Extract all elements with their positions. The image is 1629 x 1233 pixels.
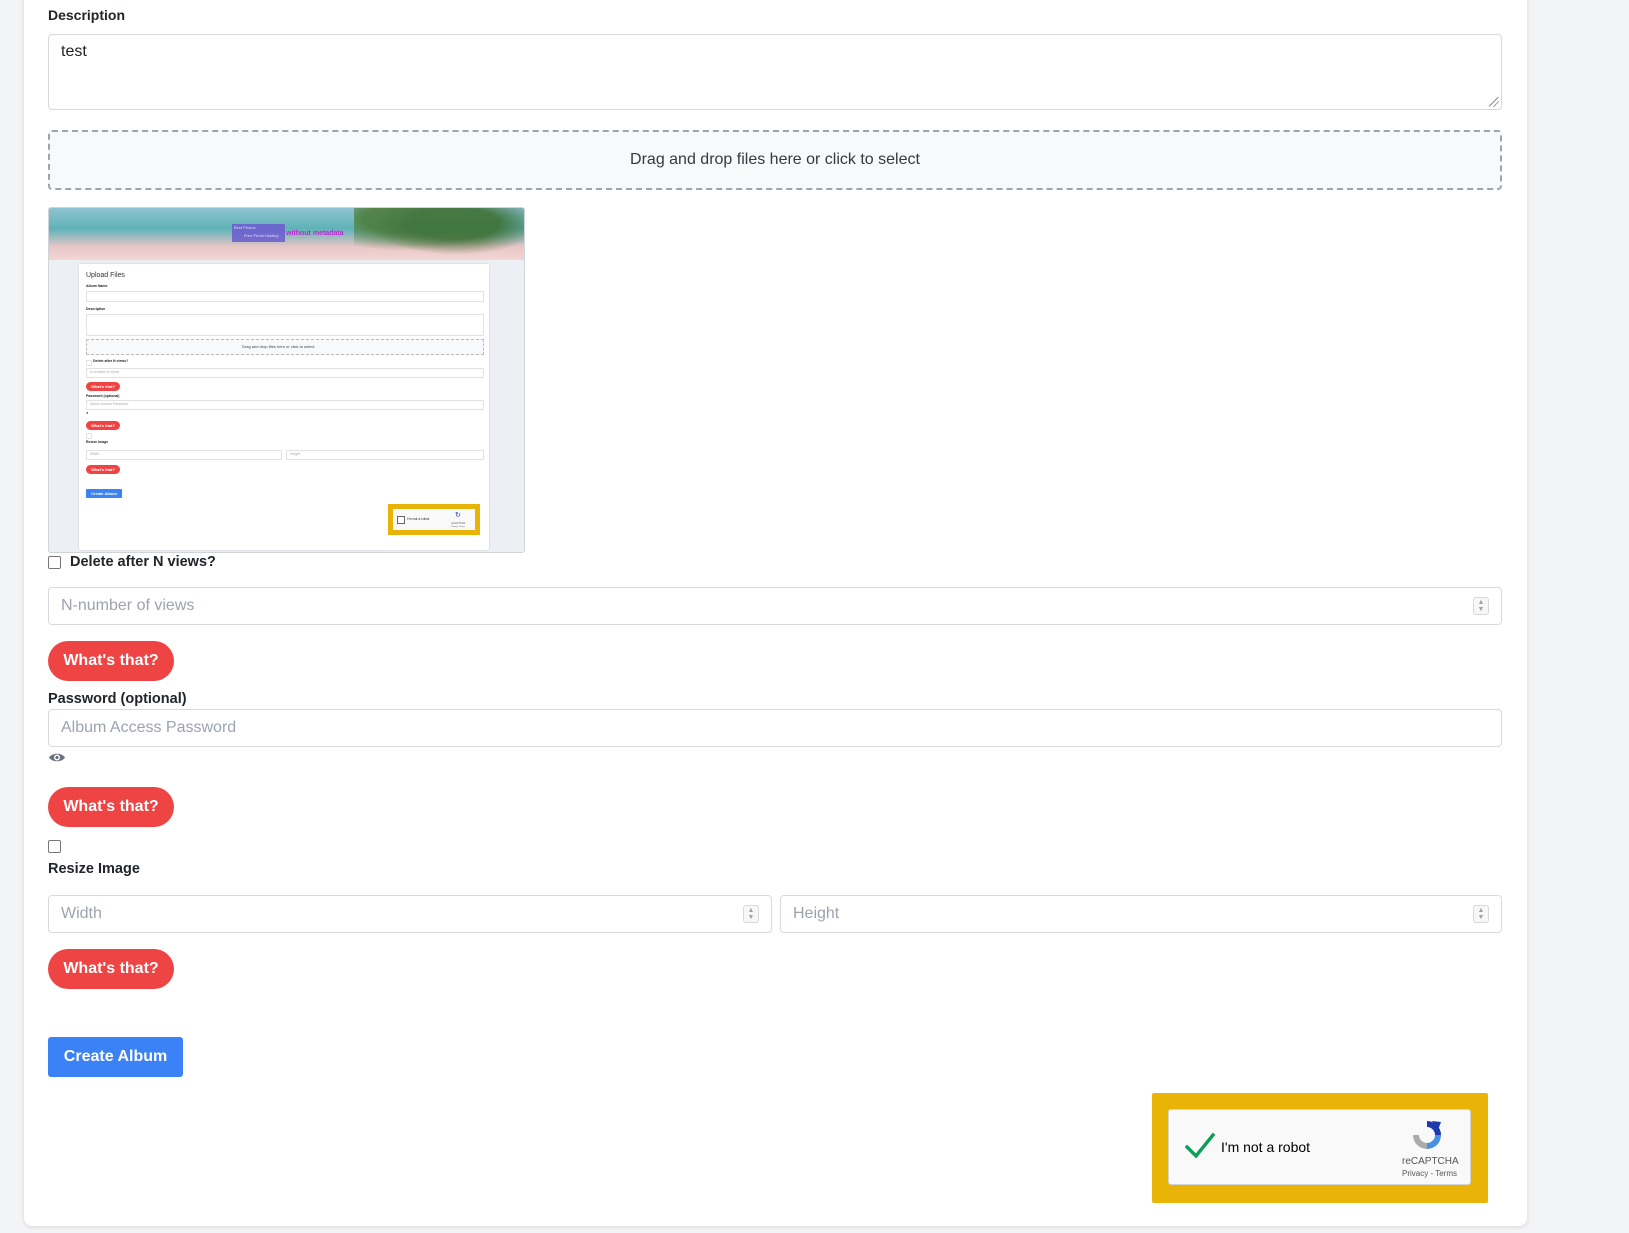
height-placeholder: Height (793, 905, 840, 922)
chevron-down-icon: ▼ (1477, 914, 1485, 921)
preview-field: N-number of views (86, 368, 484, 378)
preview-help-button: What's that? (86, 465, 120, 474)
preview-placeholder: Album Access Password (90, 402, 129, 406)
chevron-up-icon: ▲ (747, 907, 755, 914)
preview-placeholder: Width (90, 452, 99, 456)
width-input[interactable]: Width ▲ ▼ (48, 895, 772, 933)
views-spinner[interactable]: ▲ ▼ (1473, 597, 1489, 615)
recaptcha-privacy-link[interactable]: Privacy (1402, 1169, 1428, 1178)
height-spinner[interactable]: ▲ ▼ (1473, 905, 1489, 923)
preview-label: Album Name (86, 284, 108, 288)
preview-help-button: What's that? (86, 382, 120, 391)
chevron-up-icon: ▲ (1477, 907, 1485, 914)
preview-banner-text: without metadata (286, 230, 344, 237)
recaptcha-logo-icon (1410, 1118, 1444, 1152)
preview-captcha: I'm not a robot ↻ reCAPTCHA Privacy - Te… (393, 509, 475, 530)
preview-checkbox (86, 360, 92, 366)
height-input[interactable]: Height ▲ ▼ (780, 895, 1502, 933)
eye-icon[interactable] (48, 751, 66, 764)
password-placeholder: Album Access Password (61, 719, 237, 736)
preview-captcha-highlight: I'm not a robot ↻ reCAPTCHA Privacy - Te… (388, 504, 480, 535)
password-input[interactable]: Album Access Password (48, 709, 1502, 747)
preview-captcha-logo-icon: ↻ (455, 512, 461, 519)
recaptcha-brand: reCAPTCHA (1402, 1156, 1459, 1167)
preview-placeholder: N-number of views (90, 370, 120, 374)
textarea-resize-handle[interactable] (1489, 97, 1499, 107)
create-album-button[interactable]: Create Album (48, 1037, 183, 1077)
recaptcha-widget: I'm not a robot reCAPTCHA Privacy - Term… (1168, 1109, 1471, 1185)
preview-label: Resize Image (86, 440, 109, 444)
recaptcha-terms-link[interactable]: Terms (1435, 1169, 1457, 1178)
preview-palms (354, 208, 524, 260)
chevron-down-icon: ▼ (747, 914, 755, 921)
preview-banner-text: Best Photos (234, 225, 256, 230)
checkmark-icon[interactable] (1184, 1132, 1216, 1160)
views-number-placeholder: N-number of views (61, 597, 195, 614)
preview-field (86, 314, 484, 336)
preview-label: Description (86, 307, 106, 311)
dropzone-text: Drag and drop files here or click to sel… (630, 151, 920, 168)
preview-dropzone-text: Drag and drop files here or click to sel… (242, 344, 315, 349)
delete-after-label: Delete after N views? (70, 554, 216, 570)
preview-captcha-links: Privacy - Terms (451, 526, 465, 528)
preview-checkbox (86, 433, 92, 439)
description-value: test (61, 43, 87, 60)
description-label: Description (48, 7, 126, 23)
recaptcha-highlight: I'm not a robot reCAPTCHA Privacy - Term… (1152, 1093, 1488, 1203)
delete-after-checkbox[interactable] (48, 556, 61, 569)
preview-eye-icon: ● (86, 410, 89, 415)
preview-field (86, 291, 484, 302)
preview-banner-text: Free Photo Hosting (244, 233, 279, 238)
file-dropzone[interactable]: Drag and drop files here or click to sel… (48, 130, 1502, 190)
preview-placeholder: Height (290, 452, 301, 456)
preview-field: Album Access Password (86, 400, 484, 410)
preview-title: Upload Files (86, 272, 125, 279)
preview-form-card: Upload Files Album Name Description Drag… (79, 264, 489, 550)
uploaded-image-preview: Best Photos Free Photo Hosting without m… (48, 207, 525, 553)
preview-label: Password (optional) (86, 394, 120, 398)
width-placeholder: Width (61, 905, 102, 922)
recaptcha-separator: - (1430, 1169, 1434, 1178)
password-label: Password (optional) (48, 691, 187, 707)
resize-help-button[interactable]: What's that? (48, 949, 174, 989)
resize-checkbox[interactable] (48, 840, 61, 853)
preview-captcha-checkbox (397, 516, 405, 524)
recaptcha-text: I'm not a robot (1221, 1139, 1311, 1155)
chevron-up-icon: ▲ (1477, 599, 1485, 606)
preview-captcha-brand: reCAPTCHA (451, 522, 466, 525)
preview-help-button: What's that? (86, 421, 120, 430)
password-help-button[interactable]: What's that? (48, 787, 174, 827)
recaptcha-links: Privacy - Terms (1402, 1169, 1457, 1178)
preview-dropzone: Drag and drop files here or click to sel… (86, 339, 484, 355)
resize-label: Resize Image (48, 861, 140, 877)
views-number-input[interactable]: N-number of views ▲ ▼ (48, 587, 1502, 625)
preview-label: Delete after N views? (93, 359, 129, 363)
preview-field: Height (286, 450, 484, 460)
views-help-button[interactable]: What's that? (48, 641, 174, 681)
preview-captcha-text: I'm not a robot (407, 517, 430, 521)
preview-create-button: Create Album (86, 489, 122, 498)
description-textarea[interactable]: test (48, 34, 1502, 110)
chevron-down-icon: ▼ (1477, 606, 1485, 613)
width-spinner[interactable]: ▲ ▼ (743, 905, 759, 923)
preview-field: Width (86, 450, 282, 460)
preview-banner-box: Best Photos Free Photo Hosting (232, 224, 285, 242)
